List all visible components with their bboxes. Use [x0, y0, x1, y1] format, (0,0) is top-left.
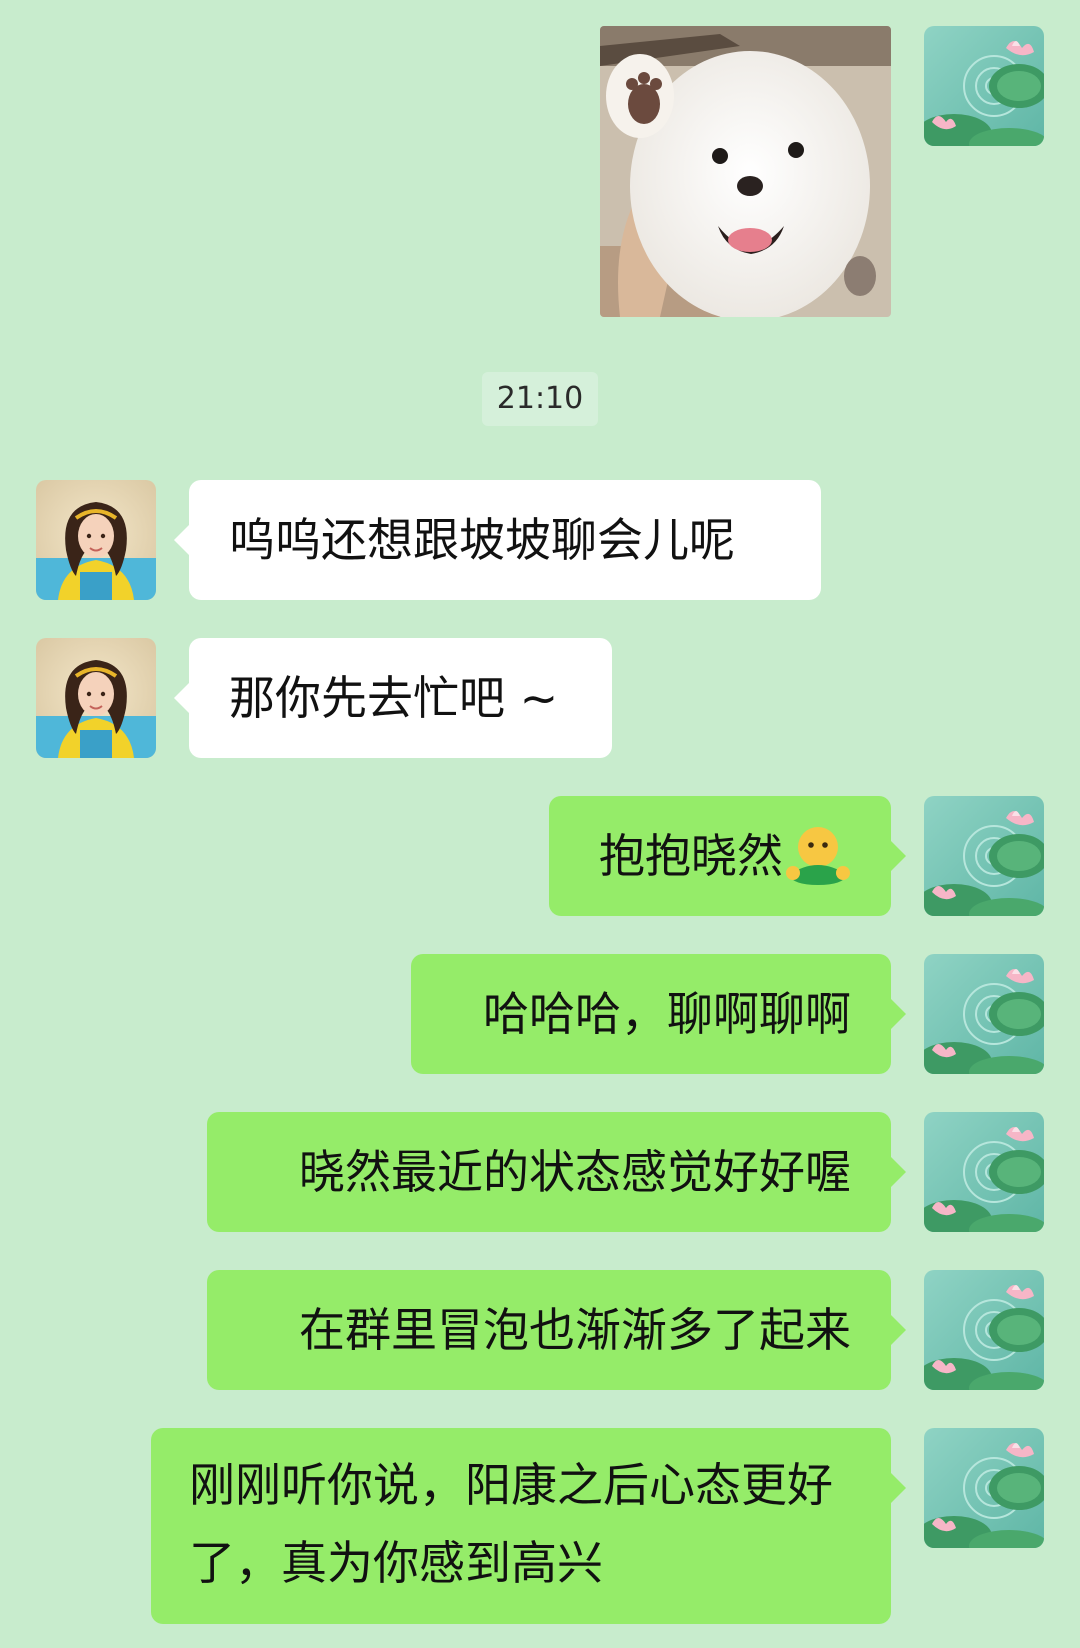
incoming-message[interactable]: 呜呜还想跟坡坡聊会儿呢	[174, 480, 821, 600]
self-avatar[interactable]	[924, 1270, 1044, 1390]
self-avatar[interactable]	[924, 954, 1044, 1074]
hug-emoji-icon	[785, 823, 851, 889]
girl-portrait-icon	[36, 638, 156, 758]
self-avatar[interactable]	[924, 1112, 1044, 1232]
pomeranian-sticker-icon	[600, 26, 891, 317]
message-text: 哈哈哈，聊啊聊啊	[483, 987, 851, 1041]
contact-avatar[interactable]	[36, 480, 156, 600]
outgoing-message[interactable]: 晓然最近的状态感觉好好喔	[207, 1112, 906, 1232]
message-text: 呜呜还想跟坡坡聊会儿呢	[229, 513, 735, 567]
contact-avatar[interactable]	[36, 638, 156, 758]
lotus-pond-icon	[924, 1270, 1044, 1390]
incoming-message[interactable]: 那你先去忙吧 ~	[174, 638, 612, 758]
timestamp: 21:10	[482, 372, 598, 426]
message-text: 在群里冒泡也渐渐多了起来	[299, 1303, 851, 1357]
message-text: 抱抱晓然	[599, 829, 783, 883]
lotus-pond-icon	[924, 796, 1044, 916]
sent-image-message[interactable]	[600, 26, 891, 317]
message-text: 那你先去忙吧 ~	[229, 671, 559, 725]
outgoing-message[interactable]: 抱抱晓然	[549, 796, 906, 916]
lotus-pond-icon	[924, 1428, 1044, 1548]
girl-portrait-icon	[36, 480, 156, 600]
self-avatar[interactable]	[924, 1428, 1044, 1548]
message-text: 刚刚听你说，阳康之后心态更好了，真为你感到高兴	[189, 1458, 833, 1590]
self-avatar[interactable]	[924, 796, 1044, 916]
outgoing-message[interactable]: 刚刚听你说，阳康之后心态更好了，真为你感到高兴	[151, 1428, 906, 1624]
lotus-pond-icon	[924, 1112, 1044, 1232]
outgoing-message[interactable]: 哈哈哈，聊啊聊啊	[411, 954, 906, 1074]
self-avatar[interactable]	[924, 26, 1044, 146]
message-text: 晓然最近的状态感觉好好喔	[299, 1145, 851, 1199]
lotus-pond-icon	[924, 954, 1044, 1074]
outgoing-message[interactable]: 在群里冒泡也渐渐多了起来	[207, 1270, 906, 1390]
lotus-pond-icon	[924, 26, 1044, 146]
